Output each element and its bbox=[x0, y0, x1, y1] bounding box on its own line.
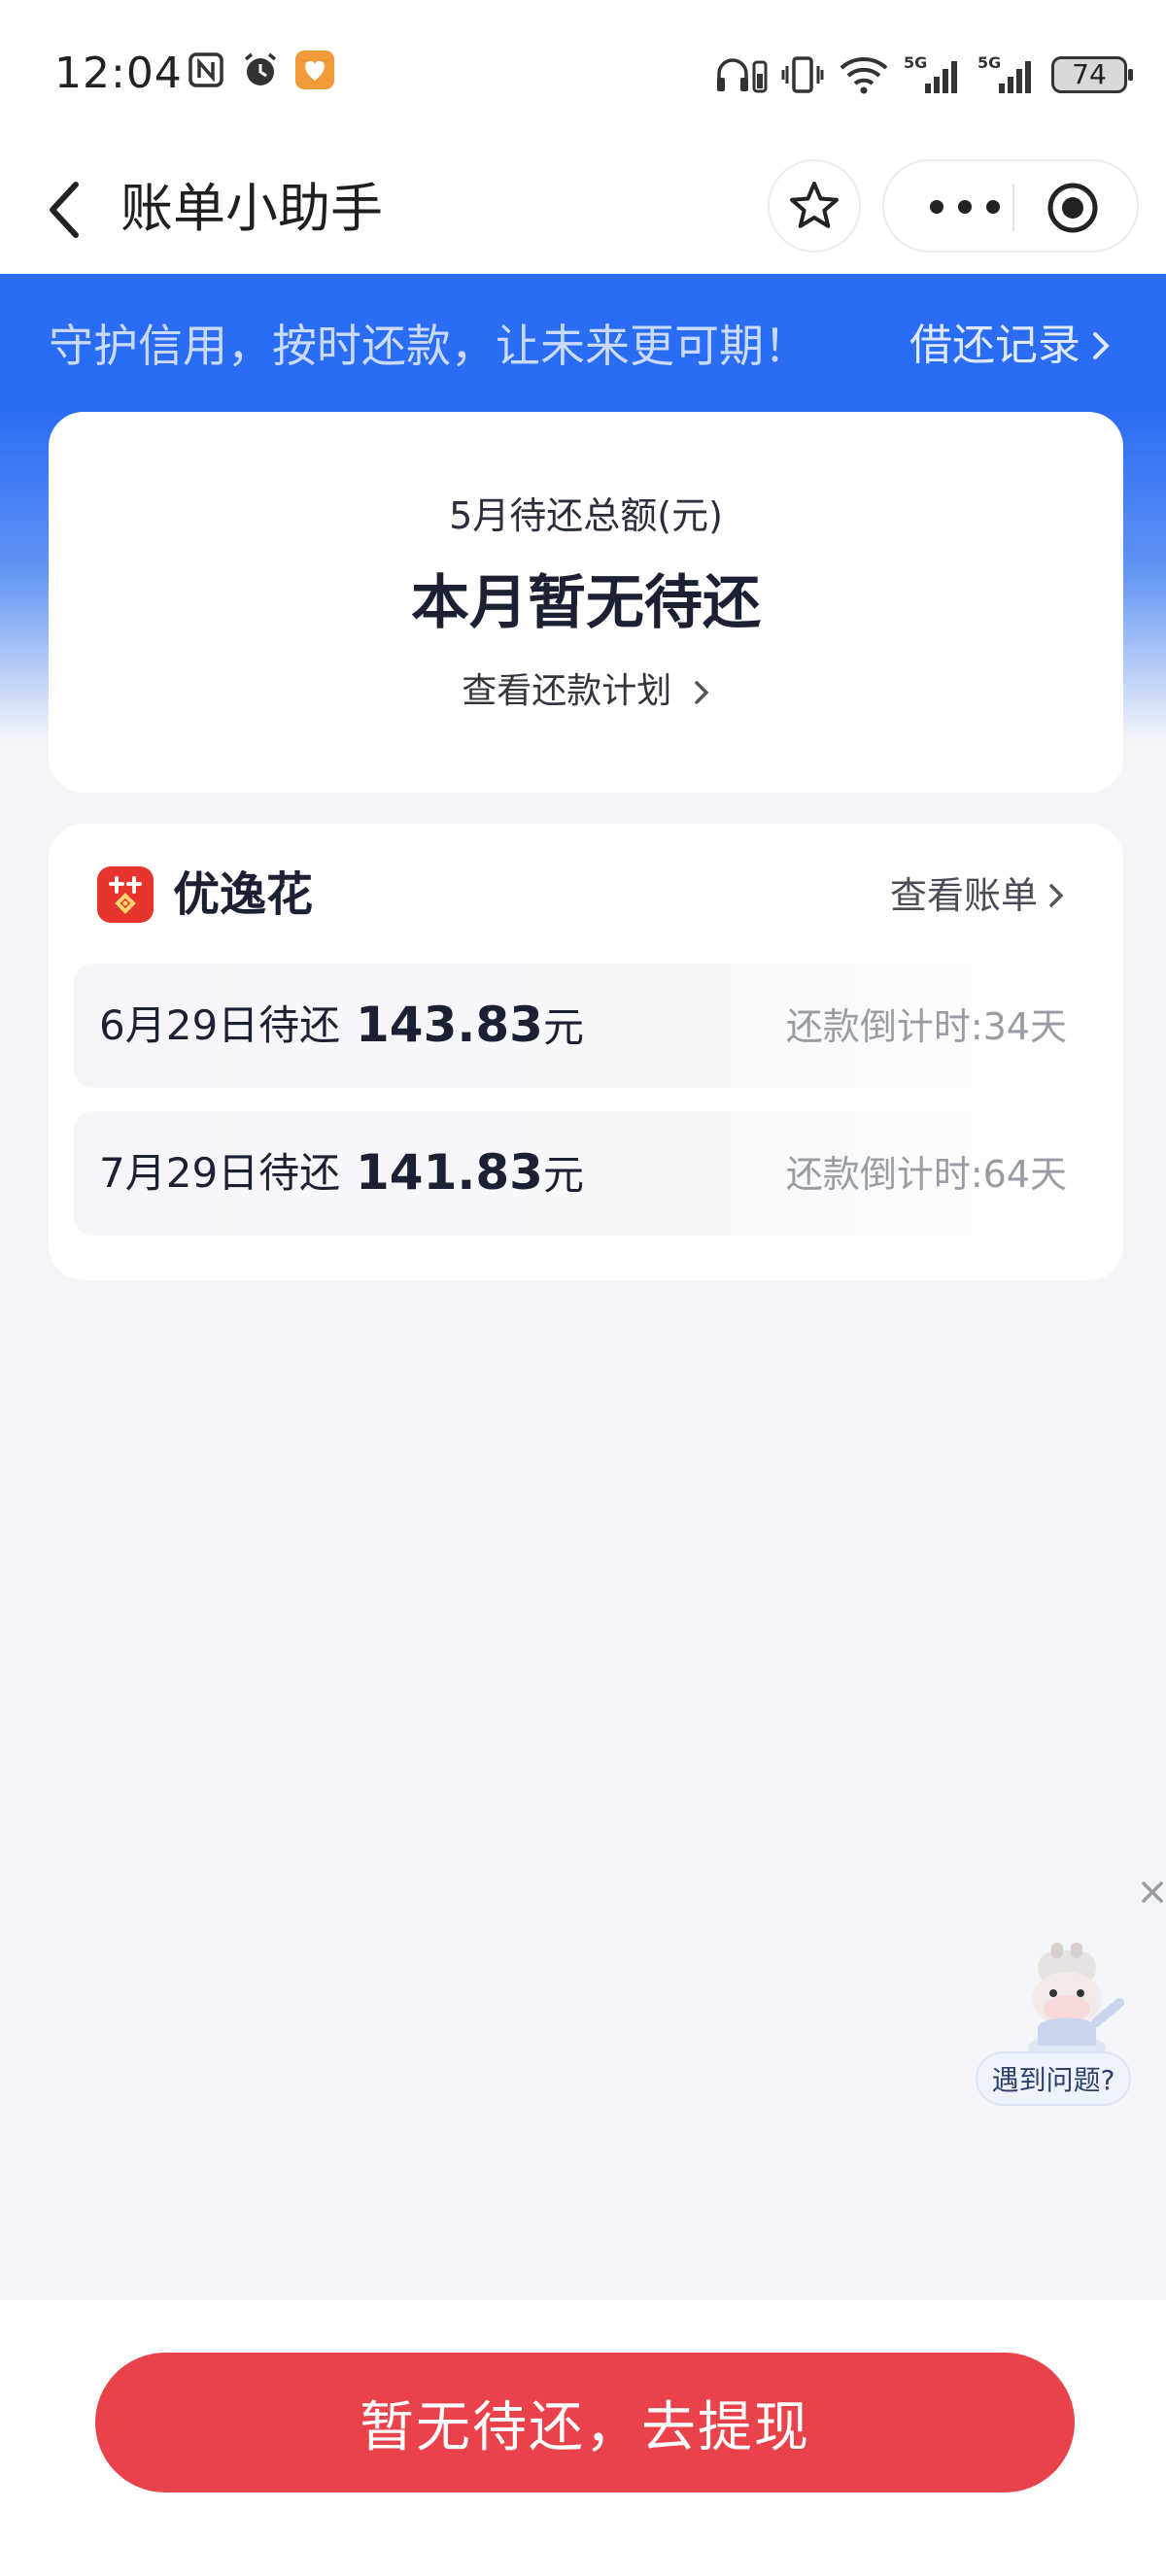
product-logo-icon bbox=[97, 866, 154, 923]
repayment-amount-unit: 元 bbox=[542, 1003, 584, 1051]
monthly-summary-card: 5月待还总额(元) 本月暂无待还 查看还款计划 bbox=[49, 412, 1123, 793]
repayment-row[interactable]: 7月29日待还 141.83元 还款倒计时:64天 bbox=[74, 1111, 1100, 1236]
nav-bar: 账单小助手 bbox=[0, 146, 1166, 274]
repayment-date: 6月29日待还 bbox=[99, 1001, 341, 1049]
borrow-repay-records-link[interactable]: 借还记录 bbox=[909, 313, 1112, 379]
chevron-right-icon bbox=[694, 681, 709, 704]
monthly-total-value: 本月暂无待还 bbox=[411, 569, 761, 637]
view-bill-link[interactable]: 查看账单 bbox=[890, 866, 1065, 925]
more-icon[interactable] bbox=[921, 192, 1009, 221]
status-left-icons bbox=[187, 51, 334, 89]
alarm-icon bbox=[244, 52, 277, 85]
star-icon bbox=[790, 182, 839, 228]
miniapp-capsule bbox=[882, 159, 1139, 253]
bottom-action-bar: 暂无待还，去提现 bbox=[0, 2300, 1166, 2576]
close-miniapp-icon[interactable] bbox=[1046, 181, 1100, 235]
close-icon[interactable] bbox=[1139, 1879, 1166, 1906]
capsule-divider bbox=[1012, 185, 1014, 231]
vibrate-icon bbox=[781, 56, 824, 93]
signal-5g-2-icon: 5G bbox=[977, 53, 1031, 93]
repayment-amount: 143.83元 bbox=[356, 993, 584, 1060]
repayment-countdown: 还款倒计时:64天 bbox=[785, 1153, 1067, 1196]
status-time: 12:04 bbox=[54, 49, 183, 98]
repayment-amount: 141.83元 bbox=[356, 1140, 584, 1207]
withdraw-button[interactable]: 暂无待还，去提现 bbox=[95, 2353, 1075, 2492]
chevron-right-icon bbox=[1049, 884, 1064, 907]
svg-text:5G: 5G bbox=[977, 53, 1001, 72]
customer-service-mascot[interactable] bbox=[999, 1941, 1135, 2065]
view-repayment-plan-label: 查看还款计划 bbox=[462, 671, 672, 711]
page: 12:04 5G 5G 74 账单小助手 守护信用，按时还款，让未来更可期！ 借… bbox=[0, 0, 1166, 2576]
borrow-repay-records-label: 借还记录 bbox=[909, 321, 1080, 370]
banner-slogan: 守护信用，按时还款，让未来更可期！ bbox=[49, 320, 808, 372]
battery-level: 74 bbox=[1072, 58, 1107, 90]
repayment-countdown: 还款倒计时:34天 bbox=[785, 1005, 1067, 1048]
back-chevron-icon[interactable] bbox=[35, 171, 93, 249]
status-right-icons: 5G 5G 74 bbox=[715, 52, 1133, 97]
nfc-icon bbox=[189, 52, 223, 87]
wifi-icon bbox=[840, 57, 888, 94]
view-bill-label: 查看账单 bbox=[889, 874, 1038, 917]
status-bar: 12:04 5G 5G 74 bbox=[0, 0, 1166, 146]
repayment-amount-number: 141.83 bbox=[356, 1144, 543, 1201]
repayment-date: 7月29日待还 bbox=[99, 1149, 341, 1197]
repayment-row[interactable]: 6月29日待还 143.83元 还款倒计时:34天 bbox=[74, 964, 1100, 1088]
battery-indicator: 74 bbox=[1051, 56, 1133, 93]
repayment-amount-number: 143.83 bbox=[356, 997, 543, 1053]
chevron-right-icon bbox=[1093, 332, 1110, 359]
health-app-icon bbox=[295, 51, 334, 89]
help-bubble[interactable]: 遇到问题? bbox=[976, 2051, 1131, 2106]
monthly-total-label: 5月待还总额(元) bbox=[449, 494, 723, 537]
favorite-button[interactable] bbox=[768, 159, 861, 253]
page-title: 账单小助手 bbox=[120, 178, 383, 239]
svg-text:5G: 5G bbox=[904, 53, 927, 72]
headphones-battery-icon bbox=[717, 58, 768, 93]
repayment-amount-unit: 元 bbox=[542, 1151, 584, 1199]
signal-5g-1-icon: 5G bbox=[904, 53, 957, 93]
product-name: 优逸花 bbox=[173, 867, 314, 922]
view-repayment-plan-link[interactable]: 查看还款计划 bbox=[49, 662, 1123, 713]
loan-product-card: 优逸花 查看账单 6月29日待还 143.83元 还款倒计时:34天 7月29日… bbox=[49, 824, 1123, 1280]
